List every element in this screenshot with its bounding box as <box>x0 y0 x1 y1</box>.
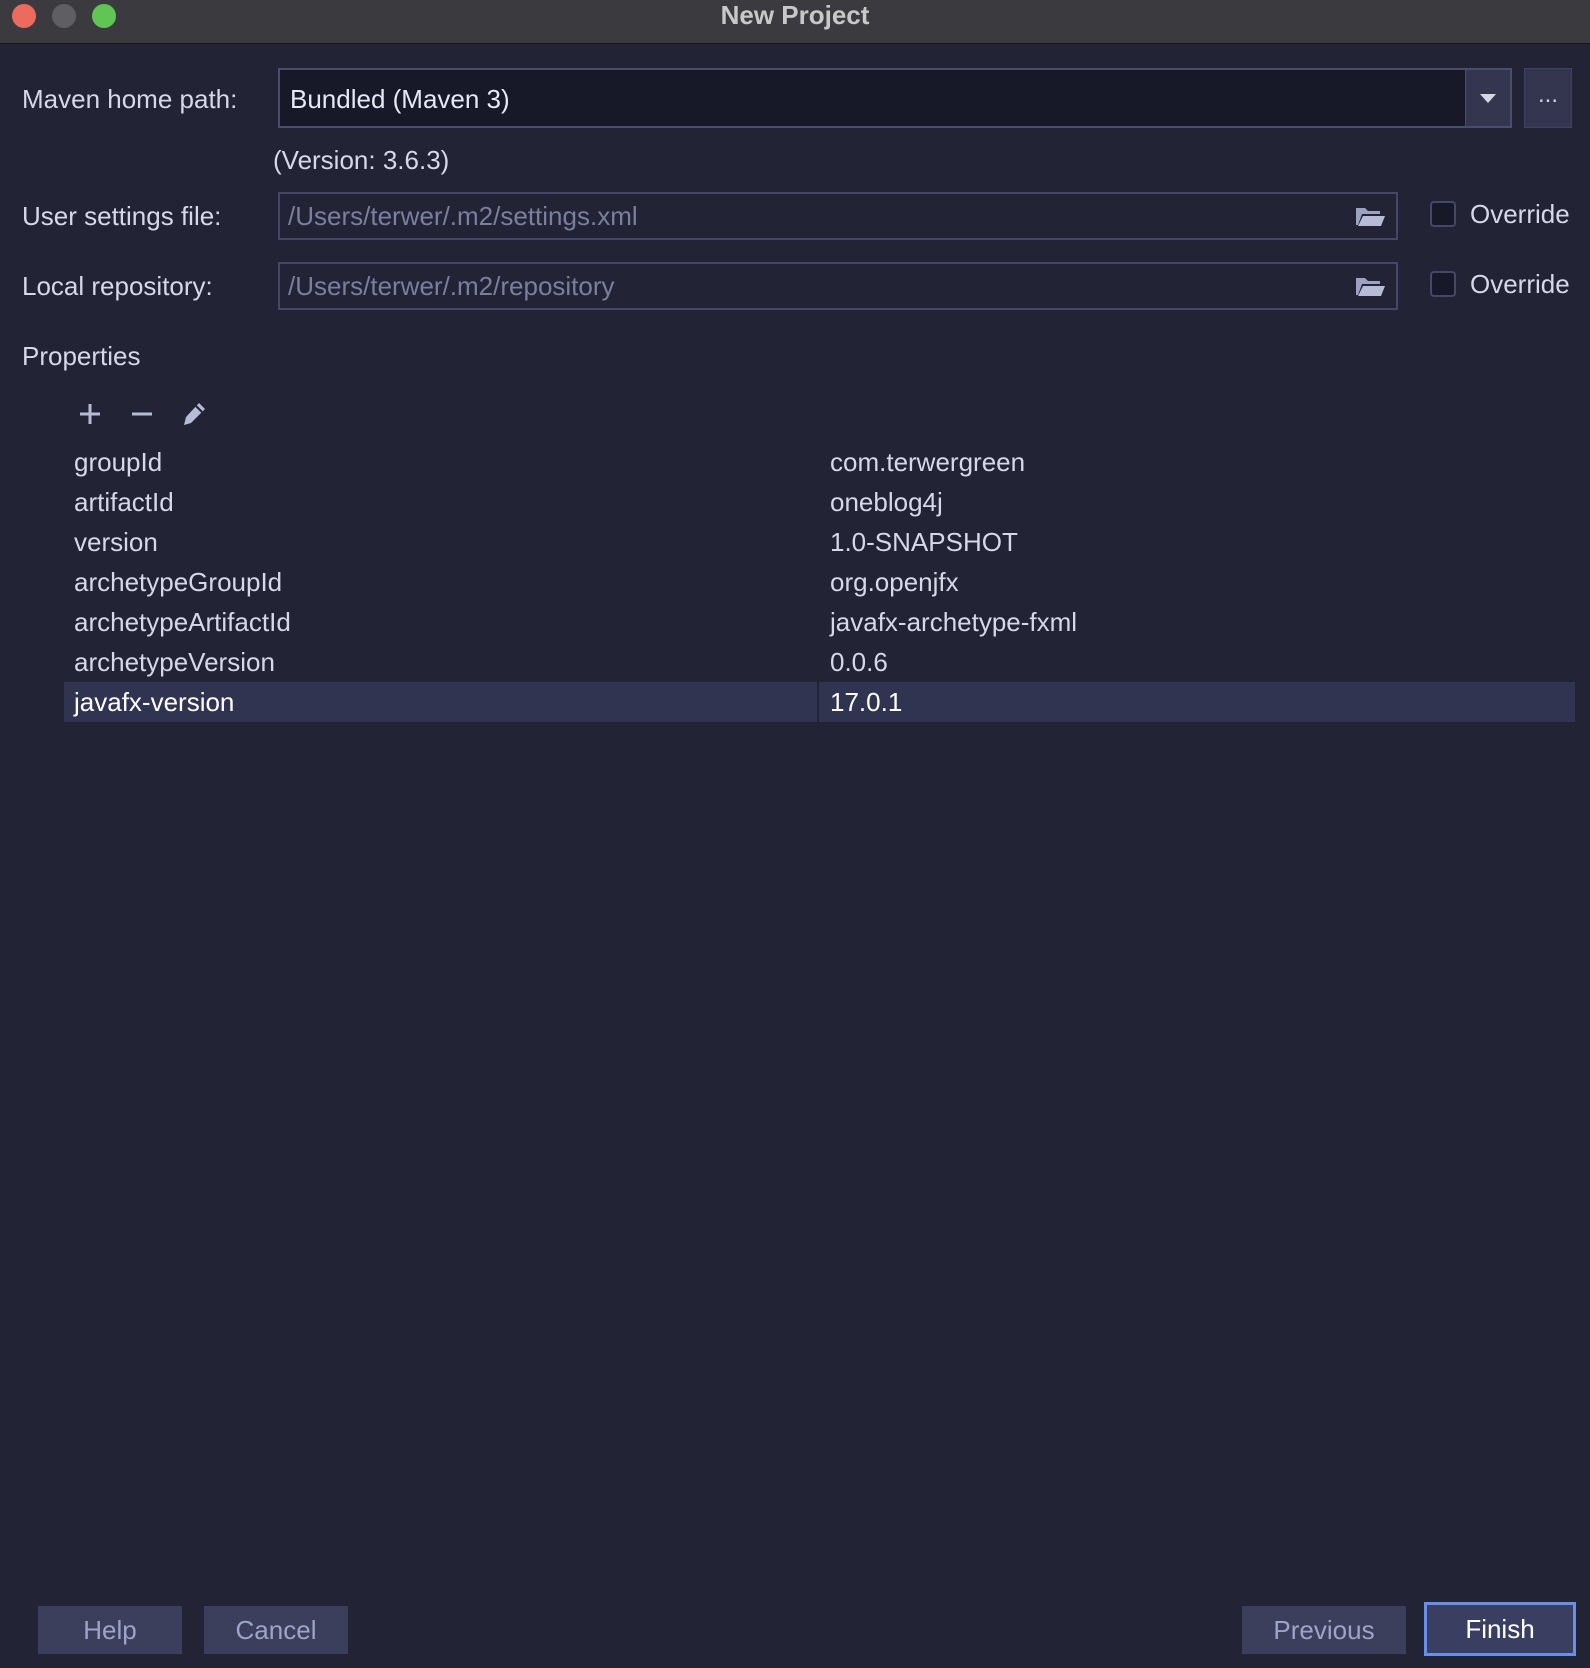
add-icon[interactable] <box>72 396 108 432</box>
maven-browse-button[interactable]: ... <box>1524 68 1572 128</box>
maven-home-label: Maven home path: <box>22 84 238 114</box>
property-key: groupId <box>74 447 163 477</box>
maven-home-value: Bundled (Maven 3) <box>290 84 510 114</box>
property-key: archetypeVersion <box>74 647 275 677</box>
cancel-button[interactable]: Cancel <box>204 1606 348 1654</box>
property-row-archetypeversion[interactable]: archetypeVersion 0.0.6 <box>64 642 1575 682</box>
local-repository-label: Local repository: <box>22 271 213 301</box>
window-title: New Project <box>720 0 870 30</box>
property-row-javafx-version[interactable]: javafx-version 17.0.1 <box>64 682 1575 722</box>
property-row-archetypeartifactid[interactable]: archetypeArtifactId javafx-archetype-fxm… <box>64 602 1575 642</box>
property-value[interactable]: javafx-archetype-fxml <box>830 607 1077 637</box>
remove-icon[interactable] <box>124 396 160 432</box>
property-value[interactable]: com.terwergreen <box>830 447 1025 477</box>
user-settings-override-label: Override <box>1470 199 1570 229</box>
property-value[interactable]: org.openjfx <box>830 567 959 597</box>
property-value[interactable]: 1.0-SNAPSHOT <box>830 527 1018 557</box>
properties-table[interactable]: groupId com.terwergreen artifactId onebl… <box>64 442 1575 722</box>
property-row-artifactid[interactable]: artifactId oneblog4j <box>64 482 1575 522</box>
property-row-version[interactable]: version 1.0-SNAPSHOT <box>64 522 1575 562</box>
folder-icon[interactable] <box>1354 204 1386 233</box>
chevron-down-icon[interactable] <box>1465 70 1510 126</box>
user-settings-field[interactable] <box>278 192 1398 240</box>
property-key: artifactId <box>74 487 174 517</box>
property-value[interactable]: oneblog4j <box>830 487 943 517</box>
local-repository-input[interactable] <box>288 270 1318 302</box>
user-settings-input[interactable] <box>288 200 1318 232</box>
edit-icon[interactable] <box>176 396 212 432</box>
local-repository-override-checkbox[interactable] <box>1430 271 1456 297</box>
user-settings-override-checkbox[interactable] <box>1430 201 1456 227</box>
property-row-archetypegroupid[interactable]: archetypeGroupId org.openjfx <box>64 562 1575 602</box>
maven-version-text: (Version: 3.6.3) <box>273 145 450 175</box>
user-settings-override[interactable]: Override <box>1430 199 1590 233</box>
help-button[interactable]: Help <box>38 1606 182 1654</box>
property-value[interactable]: 17.0.1 <box>830 687 902 717</box>
local-repository-override-label: Override <box>1470 269 1570 299</box>
property-key: javafx-version <box>74 687 235 717</box>
folder-icon[interactable] <box>1354 274 1386 303</box>
property-row-groupid[interactable]: groupId com.terwergreen <box>64 442 1575 482</box>
finish-button[interactable]: Finish <box>1424 1602 1576 1656</box>
property-key: archetypeArtifactId <box>74 607 291 637</box>
property-key: archetypeGroupId <box>74 567 283 597</box>
local-repository-override[interactable]: Override <box>1430 269 1590 303</box>
local-repository-field[interactable] <box>278 262 1398 310</box>
title-bar: New Project <box>0 0 1590 44</box>
maven-home-combobox[interactable]: Bundled (Maven 3) <box>278 68 1512 128</box>
property-value[interactable]: 0.0.6 <box>830 647 888 677</box>
property-key: version <box>74 527 158 557</box>
properties-heading: Properties <box>22 341 141 371</box>
previous-button[interactable]: Previous <box>1242 1606 1406 1654</box>
user-settings-label: User settings file: <box>22 201 222 231</box>
